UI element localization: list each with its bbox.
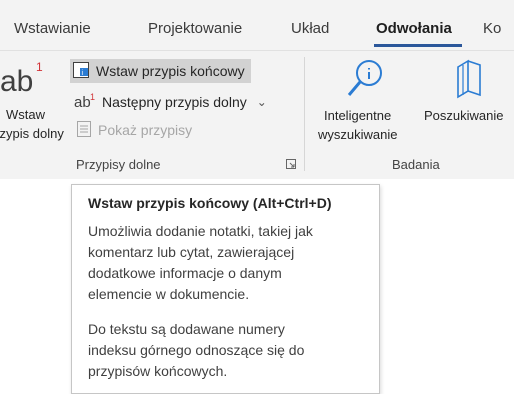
researcher-label: Poszukiwanie xyxy=(424,108,504,123)
tooltip-line: Umożliwia dodanie notatki, takiej jak xyxy=(88,223,313,239)
footnote-ab-icon: ab 1 xyxy=(0,60,43,97)
group-separator xyxy=(304,57,305,171)
insert-endnote-button[interactable]: i Wstaw przypis końcowy xyxy=(70,59,251,83)
next-footnote-button[interactable]: ab 1 Następny przypis dolny ⌄ xyxy=(74,91,267,113)
researcher-books-icon xyxy=(457,59,481,99)
svg-text:ab: ab xyxy=(74,94,91,110)
insert-footnote-label-line2: przypis dolny xyxy=(0,126,64,141)
svg-text:1: 1 xyxy=(36,60,43,74)
svg-text:ab: ab xyxy=(0,65,33,97)
tooltip-line: elemencie w dokumencie. xyxy=(88,286,250,302)
insert-footnote-label-line1: Wstaw xyxy=(6,107,45,122)
tooltip-line: Do tekstu są dodawane numery xyxy=(88,321,285,337)
tab-projektowanie[interactable]: Projektowanie xyxy=(148,20,242,37)
tab-wstawianie[interactable]: Wstawianie xyxy=(14,20,91,37)
ribbon-tab-bar: Wstawianie Projektowanie Układ Odwołania… xyxy=(0,0,514,51)
smart-lookup-label-line2: wyszukiwanie xyxy=(318,127,398,142)
tooltip-line: komentarz lub cytat, zawierającej xyxy=(88,244,295,260)
tooltip-description: Umożliwia dodanie notatki, takiej jak ko… xyxy=(88,221,378,305)
research-group-label: Badania xyxy=(392,157,440,172)
insert-endnote-tooltip: Wstaw przypis końcowy (Alt+Ctrl+D) Umożl… xyxy=(71,184,380,394)
footnotes-group-label: Przypisy dolne xyxy=(76,157,161,172)
show-notes-label: Pokaż przypisy xyxy=(98,122,193,138)
tooltip-line: indeksu górnego odnoszące się do xyxy=(88,342,305,358)
insert-endnote-icon: i xyxy=(72,61,90,82)
active-tab-underline xyxy=(374,44,462,47)
next-footnote-icon: ab 1 xyxy=(74,92,96,113)
tooltip-title: Wstaw przypis końcowy (Alt+Ctrl+D) xyxy=(88,195,332,211)
tooltip-line: przypisów końcowych. xyxy=(88,363,228,379)
chevron-down-icon[interactable]: ⌄ xyxy=(257,95,267,109)
tab-ko[interactable]: Ko xyxy=(483,20,501,37)
tab-uklad[interactable]: Układ xyxy=(291,20,329,37)
smart-lookup-icon xyxy=(347,60,382,96)
ribbon: ab 1 Wstaw przypis dolny i Wstaw przypis… xyxy=(0,51,514,179)
tab-odwolania[interactable]: Odwołania xyxy=(376,20,452,37)
insert-endnote-label: Wstaw przypis końcowy xyxy=(96,63,245,79)
svg-text:1: 1 xyxy=(90,92,95,102)
dialog-launcher-icon[interactable] xyxy=(286,159,296,169)
smart-lookup-label-line1: Inteligentne xyxy=(324,108,392,123)
show-notes-button[interactable]: Pokaż przypisy xyxy=(76,119,192,141)
tooltip-description-2: Do tekstu są dodawane numery indeksu gór… xyxy=(88,319,378,382)
tooltip-line: dodatkowe informacje o danym xyxy=(88,265,282,281)
show-notes-icon xyxy=(76,120,92,141)
next-footnote-label: Następny przypis dolny xyxy=(102,94,247,110)
